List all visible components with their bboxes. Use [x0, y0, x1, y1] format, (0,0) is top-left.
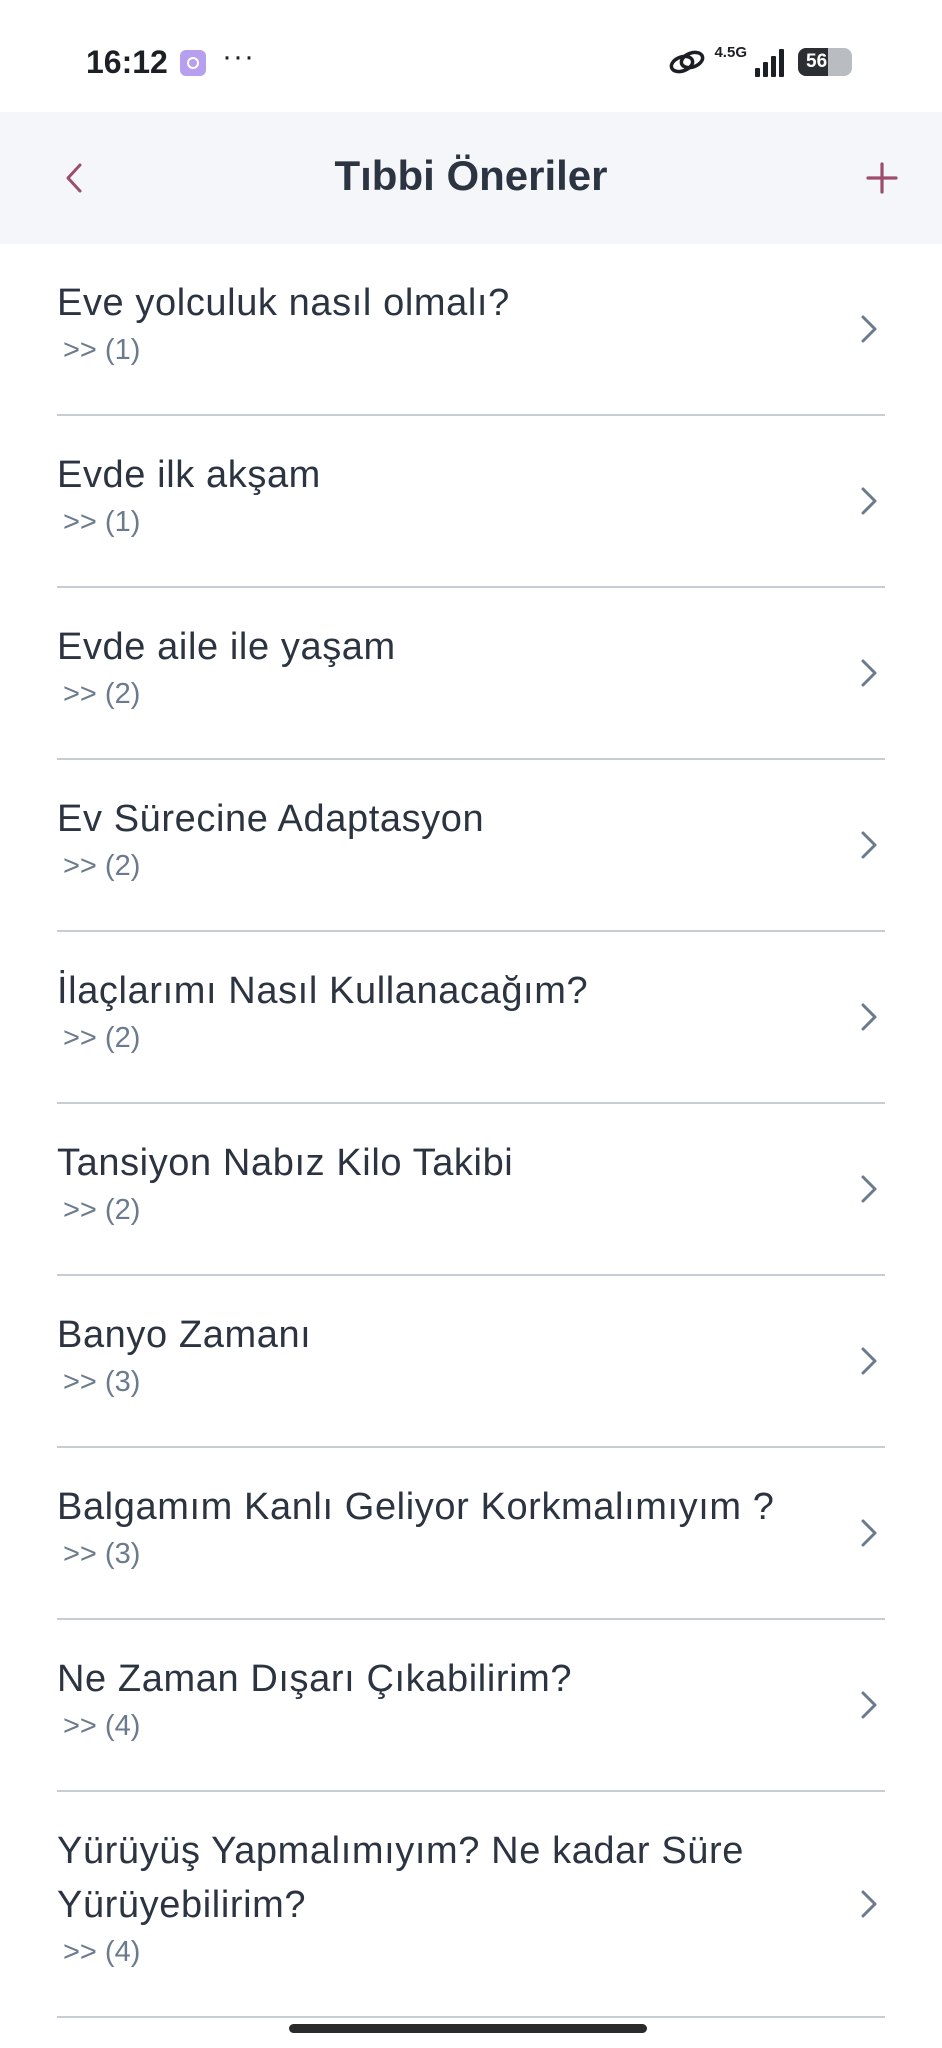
chevron-right-icon: [861, 831, 877, 859]
list-item-count: >> (2): [63, 1022, 141, 1054]
chevron-right-icon: [861, 659, 877, 687]
more-notifications-icon: ···: [222, 40, 255, 73]
status-bar: 16:12 ··· 4.5G 56: [0, 0, 942, 112]
signal-strength-icon: [755, 47, 784, 77]
battery-percentage: 56: [806, 51, 828, 72]
list-item[interactable]: Yürüyüş Yapmalımıyım? Ne kadar Süre Yürü…: [57, 1792, 885, 2018]
chevron-right-icon: [861, 315, 877, 343]
list-item-count: >> (3): [63, 1538, 141, 1570]
list-item[interactable]: Tansiyon Nabız Kilo Takibi >> (2): [57, 1104, 885, 1276]
list-item[interactable]: Evde aile ile yaşam >> (2): [57, 588, 885, 760]
navigation-bar: Tıbbi Öneriler: [0, 112, 942, 244]
chevron-right-icon: [861, 1003, 877, 1031]
list-item-title: İlaçlarımı Nasıl Kullanacağım?: [57, 970, 589, 1012]
list-item[interactable]: Balgamım Kanlı Geliyor Korkmalımıyım ? >>…: [57, 1448, 885, 1620]
home-indicator[interactable]: [289, 2024, 647, 2033]
chevron-right-icon: [861, 487, 877, 515]
status-indicators: 4.5G 56: [668, 42, 852, 82]
list-item-title: Yürüyüş Yapmalımıyım? Ne kadar Süre Yürü…: [57, 1830, 744, 1926]
list-item-title: Evde ilk akşam: [57, 454, 321, 496]
list-item[interactable]: Eve yolculuk nasıl olmalı? >> (1): [57, 244, 885, 416]
list-item-title: Balgamım Kanlı Geliyor Korkmalımıyım ?: [57, 1486, 775, 1528]
network-type-label: 4.5G: [714, 43, 747, 61]
list-item[interactable]: Banyo Zamanı >> (3): [57, 1276, 885, 1448]
chevron-right-icon: [861, 1691, 877, 1719]
list-item-count: >> (4): [63, 1936, 141, 1968]
recommendation-list: Eve yolculuk nasıl olmalı? >> (1) Evde ilk…: [57, 244, 885, 2018]
list-item-title: Eve yolculuk nasıl olmalı?: [57, 282, 510, 324]
chevron-right-icon: [861, 1890, 877, 1918]
list-item-count: >> (3): [63, 1366, 141, 1398]
list-item-title: Ev Sürecine Adaptasyon: [57, 798, 485, 840]
add-button[interactable]: [852, 148, 912, 208]
chevron-right-icon: [861, 1519, 877, 1547]
list-item[interactable]: Ne Zaman Dışarı Çıkabilirim? >> (4): [57, 1620, 885, 1792]
list-item[interactable]: Evde ilk akşam >> (1): [57, 416, 885, 588]
list-item-title: Tansiyon Nabız Kilo Takibi: [57, 1142, 514, 1184]
link-icon: [668, 49, 706, 75]
app-notification-icon: [180, 50, 206, 76]
list-item-title: Banyo Zamanı: [57, 1314, 312, 1356]
list-item-count: >> (2): [63, 678, 141, 710]
list-item-title: Ne Zaman Dışarı Çıkabilirim?: [57, 1658, 573, 1700]
page-title: Tıbbi Öneriler: [334, 152, 608, 199]
list-item[interactable]: İlaçlarımı Nasıl Kullanacağım? >> (2): [57, 932, 885, 1104]
list-item-count: >> (1): [63, 506, 141, 538]
list-item-count: >> (1): [63, 334, 141, 366]
plus-icon: [866, 162, 898, 194]
list-item-count: >> (2): [63, 850, 141, 882]
list-item-title: Evde aile ile yaşam: [57, 626, 396, 668]
chevron-right-icon: [861, 1347, 877, 1375]
list-item-count: >> (4): [63, 1710, 141, 1742]
battery-icon: 56: [798, 48, 852, 76]
list-item[interactable]: Ev Sürecine Adaptasyon >> (2): [57, 760, 885, 932]
chevron-right-icon: [861, 1175, 877, 1203]
status-time: 16:12: [86, 44, 168, 80]
list-item-count: >> (2): [63, 1194, 141, 1226]
